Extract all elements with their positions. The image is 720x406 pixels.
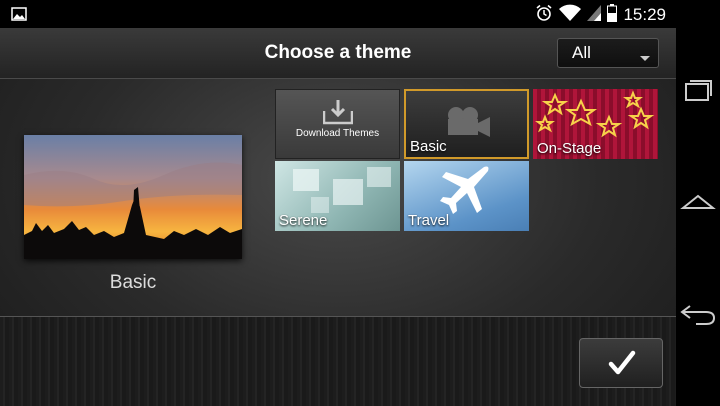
bottom-bar [0,316,676,406]
theme-label-basic: Basic [410,138,447,155]
chevron-down-icon [640,56,650,61]
app-content: Choose a theme All Basic Download Themes… [0,28,676,406]
theme-label-serene: Serene [279,212,328,229]
download-themes-tile[interactable]: Download Themes [275,89,400,159]
back-button[interactable] [676,292,720,336]
system-nav-bar [676,0,720,405]
theme-preview-image [24,135,242,259]
header: Choose a theme All [0,28,676,79]
status-bar: 15:29 [0,0,676,28]
filter-selected-value: All [572,43,591,62]
gallery-icon [11,6,27,25]
theme-tile-serene[interactable]: Serene [275,161,400,231]
theme-tile-travel[interactable]: Travel [404,161,529,231]
signal-icon [587,4,602,26]
battery-icon [607,4,618,26]
recent-apps-icon [676,80,720,118]
confirm-button[interactable] [579,338,663,388]
theme-label-travel: Travel [408,212,450,229]
theme-label-on-stage: On-Stage [537,140,602,157]
back-icon [676,305,720,340]
status-time: 15:29 [623,5,666,24]
theme-tile-on-stage[interactable]: On-Stage [533,89,658,159]
home-button[interactable] [676,180,720,224]
download-themes-label: Download Themes [295,128,380,139]
alarm-icon [535,4,553,26]
theme-tile-basic[interactable]: Basic [404,89,529,159]
recent-apps-button[interactable] [676,70,720,114]
camera-icon [442,105,494,143]
preview-label: Basic [109,272,157,293]
theme-filter-dropdown[interactable]: All [557,38,659,68]
download-icon [322,99,354,129]
home-icon [676,194,720,228]
wifi-icon [559,4,582,26]
